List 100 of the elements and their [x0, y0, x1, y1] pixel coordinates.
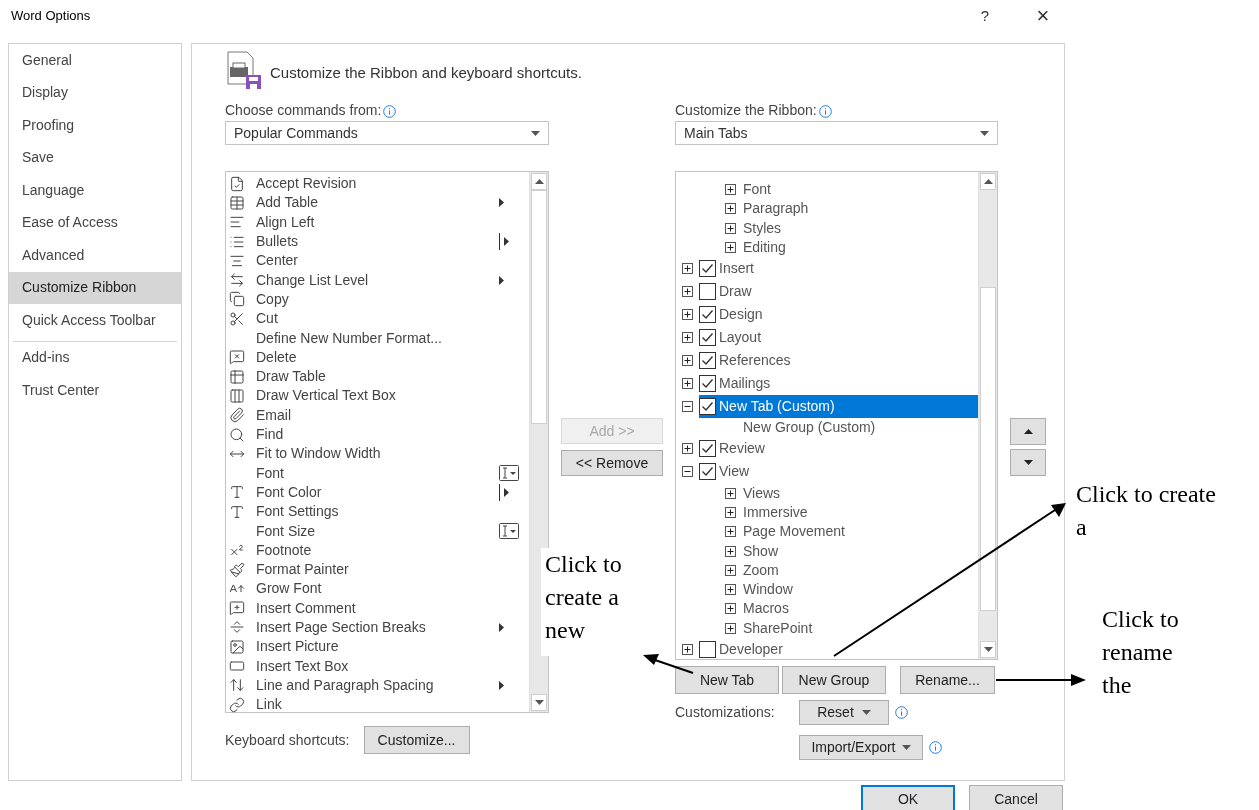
- checkbox[interactable]: [699, 306, 716, 324]
- tree-item[interactable]: Editing: [743, 237, 786, 259]
- scroll-up-icon[interactable]: [983, 179, 993, 184]
- tree-item[interactable]: Layout: [699, 326, 978, 350]
- expand-icon[interactable]: [725, 584, 736, 596]
- sidebar-item[interactable]: General: [9, 44, 181, 77]
- command-item[interactable]: Footnote: [256, 539, 499, 561]
- import-export-button[interactable]: Import/Export: [799, 735, 923, 760]
- checkbox[interactable]: [699, 375, 716, 393]
- command-item[interactable]: Font Color: [256, 481, 499, 503]
- command-item[interactable]: Cut: [256, 308, 499, 330]
- expand-icon[interactable]: [725, 506, 736, 518]
- tree-item[interactable]: Views: [743, 482, 781, 504]
- tree-item[interactable]: Page Movement: [743, 521, 845, 543]
- tree-item[interactable]: Developer: [699, 637, 978, 659]
- expand-icon[interactable]: [725, 222, 736, 234]
- checkbox[interactable]: [699, 640, 716, 658]
- tree-item[interactable]: Font: [743, 179, 771, 201]
- tree-action-button[interactable]: New Tab: [675, 666, 779, 694]
- sidebar-item[interactable]: Trust Center: [13, 374, 177, 407]
- command-item[interactable]: Change List Level: [256, 269, 499, 291]
- expand-icon[interactable]: [725, 545, 736, 557]
- expand-icon[interactable]: [725, 184, 736, 196]
- collapse-icon[interactable]: [682, 466, 693, 478]
- sidebar-item[interactable]: Ease of Access: [9, 206, 181, 239]
- tree-item[interactable]: Macros: [743, 598, 789, 620]
- checkbox[interactable]: [699, 398, 716, 416]
- tree-item[interactable]: Mailings: [699, 372, 978, 396]
- tree-action-button[interactable]: Rename...: [900, 666, 995, 694]
- move-down-button[interactable]: [1010, 449, 1046, 476]
- command-item[interactable]: Add Table: [256, 192, 499, 214]
- tree-item[interactable]: Window: [743, 579, 793, 601]
- ok-button[interactable]: OK: [861, 785, 955, 810]
- command-item[interactable]: Find: [256, 424, 499, 445]
- command-item[interactable]: Insert Text Box: [256, 655, 499, 677]
- sidebar-item[interactable]: Advanced: [9, 239, 181, 272]
- sidebar-item[interactable]: Add-ins: [13, 341, 177, 374]
- collapse-icon[interactable]: [682, 401, 693, 413]
- checkbox[interactable]: [699, 440, 716, 458]
- remove-button[interactable]: << Remove: [561, 450, 663, 476]
- command-item[interactable]: Insert Picture: [256, 636, 499, 658]
- command-item[interactable]: Define New Number Format...: [256, 327, 499, 349]
- tree-item[interactable]: View: [699, 460, 978, 484]
- checkbox[interactable]: [699, 352, 716, 370]
- tree-action-button[interactable]: New Group: [782, 666, 886, 694]
- sidebar-item[interactable]: Customize Ribbon: [9, 271, 181, 304]
- sidebar-item[interactable]: Language: [9, 174, 181, 207]
- sidebar-item[interactable]: Quick Access Toolbar: [9, 304, 181, 337]
- expand-icon[interactable]: [682, 443, 693, 455]
- checkbox[interactable]: [699, 260, 716, 278]
- dropdown[interactable]: Main Tabs: [675, 121, 998, 145]
- expand-icon[interactable]: [725, 622, 736, 634]
- command-item[interactable]: Accept Revision: [256, 173, 499, 195]
- command-item[interactable]: Delete: [256, 346, 499, 368]
- expand-icon[interactable]: [725, 526, 736, 538]
- checkbox[interactable]: [699, 283, 716, 301]
- dropdown[interactable]: Popular Commands: [225, 121, 549, 145]
- command-item[interactable]: Link: [256, 694, 499, 716]
- tree-item[interactable]: Show: [743, 540, 779, 562]
- expand-icon[interactable]: [725, 603, 736, 615]
- expand-icon[interactable]: [682, 263, 693, 275]
- sidebar-item[interactable]: Display: [9, 76, 181, 109]
- command-item[interactable]: Center: [256, 250, 499, 272]
- command-item[interactable]: Font: [256, 462, 499, 484]
- expand-icon[interactable]: [682, 286, 693, 298]
- tree-item[interactable]: Insert: [699, 257, 978, 281]
- help-button[interactable]: ?: [970, 4, 1000, 28]
- command-item[interactable]: Font Settings: [256, 501, 499, 523]
- command-item[interactable]: Draw Vertical Text Box: [256, 385, 499, 407]
- tree-item[interactable]: Zoom: [743, 559, 779, 581]
- command-item[interactable]: Font Size: [256, 520, 499, 542]
- scroll-up-icon[interactable]: [534, 179, 544, 184]
- customize-button[interactable]: Customize...: [363, 726, 470, 754]
- tree-item[interactable]: References: [699, 349, 978, 373]
- command-item[interactable]: Insert Comment: [256, 597, 499, 619]
- sidebar-item[interactable]: Save: [9, 141, 181, 174]
- expand-icon[interactable]: [682, 332, 693, 344]
- reset-button[interactable]: Reset: [799, 700, 889, 725]
- expand-icon[interactable]: [725, 203, 736, 215]
- tree-item[interactable]: SharePoint: [743, 617, 813, 639]
- expand-icon[interactable]: [682, 309, 693, 321]
- tree-item[interactable]: Paragraph: [743, 198, 809, 220]
- command-item[interactable]: Fit to Window Width: [256, 443, 499, 465]
- checkbox[interactable]: [699, 329, 716, 347]
- command-item[interactable]: Grow Font: [256, 578, 499, 600]
- command-item[interactable]: Format Painter: [256, 559, 499, 581]
- expand-icon[interactable]: [725, 487, 736, 499]
- expand-icon[interactable]: [682, 355, 693, 367]
- tree-item[interactable]: Immersive: [743, 501, 808, 523]
- command-item[interactable]: Bullets: [256, 231, 499, 253]
- sidebar-item[interactable]: Proofing: [9, 109, 181, 142]
- tree-item[interactable]: Draw: [699, 280, 978, 304]
- tree-item[interactable]: New Tab (Custom): [699, 395, 978, 419]
- expand-icon[interactable]: [682, 378, 693, 390]
- tree-item[interactable]: New Group (Custom): [743, 417, 876, 439]
- command-item[interactable]: Email: [256, 404, 499, 426]
- scrollbar[interactable]: [978, 172, 997, 659]
- tree-item[interactable]: Design: [699, 303, 978, 327]
- close-button[interactable]: ×: [1028, 5, 1058, 27]
- command-item[interactable]: Draw Table: [256, 366, 499, 388]
